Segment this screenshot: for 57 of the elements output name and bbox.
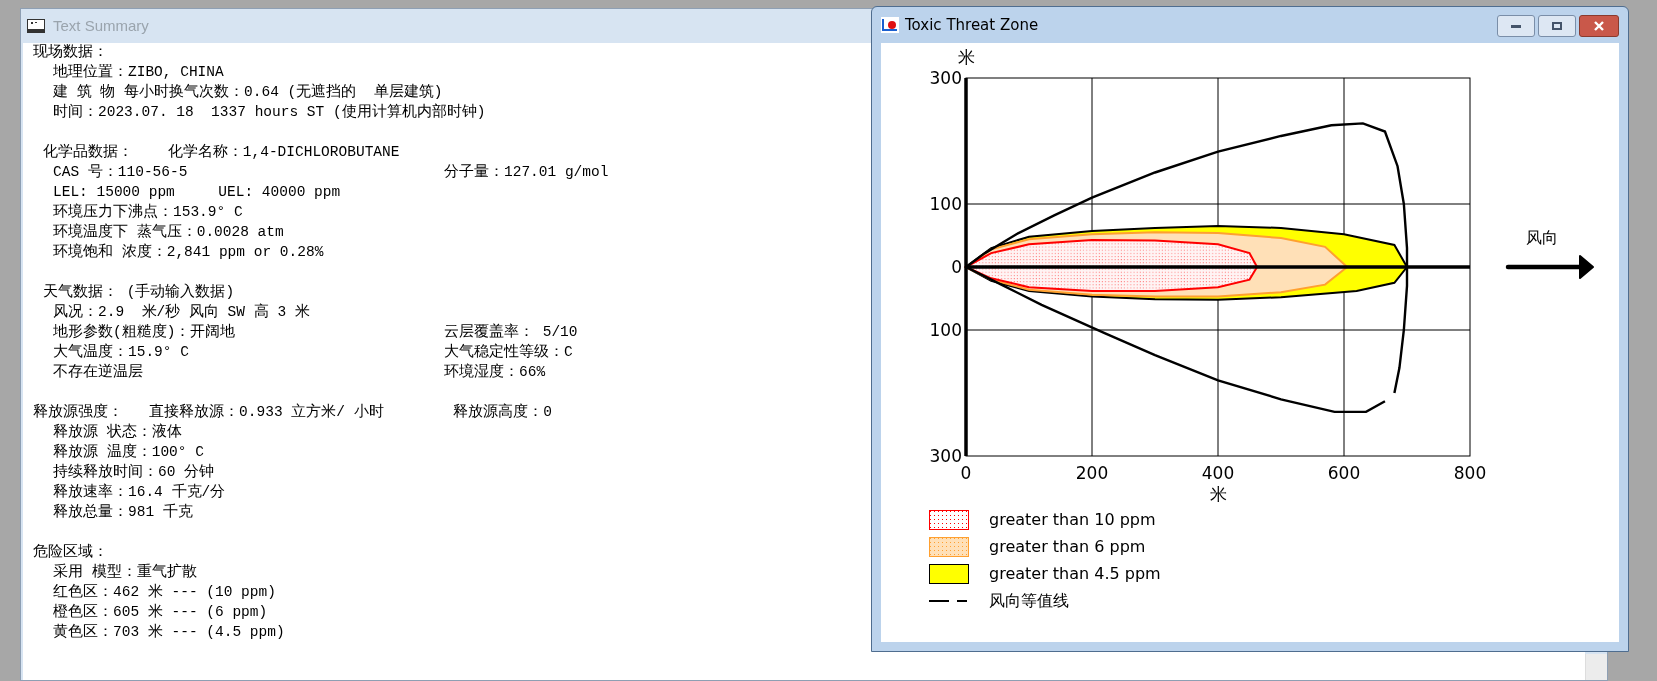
window-icon: [27, 19, 45, 33]
summary-text: 红色区：462 米 --- (10 ppm): [53, 582, 276, 603]
summary-text: 危险区域：: [33, 542, 108, 563]
minimize-button[interactable]: [1497, 15, 1535, 37]
summary-text: 释放速率：16.4 千克/分: [53, 482, 226, 503]
summary-text: 释放源强度： 直接释放源：0.933 立方米/ 小时 释放源高度：0: [33, 402, 553, 423]
tick-label: 0: [960, 463, 972, 483]
summary-text: 云层覆盖率： 5/10: [444, 322, 578, 343]
summary-text: 释放源 温度：100° C: [53, 442, 204, 463]
summary-text: 化学品数据： 化学名称：1,4-DICHLOROBUTANE: [43, 143, 400, 163]
window-icon: [881, 17, 899, 33]
tick-label: 100: [929, 320, 962, 340]
summary-text: 橙色区：605 米 --- (6 ppm): [53, 602, 268, 623]
summary-text: 环境湿度：66%: [444, 362, 546, 383]
tick-label: 100: [929, 194, 962, 214]
legend-label: greater than 4.5 ppm: [989, 562, 1161, 585]
summary-text: 采用 模型：重气扩散: [53, 562, 197, 583]
summary-text: 时间：2023.07. 18 1337 hours ST (使用计算机内部时钟): [53, 102, 486, 123]
close-button[interactable]: [1579, 15, 1619, 37]
summary-text: 释放源 状态：液体: [53, 422, 182, 443]
summary-text: 地理位置：ZIBO, CHINA: [53, 62, 224, 83]
summary-text: 大气稳定性等级：C: [444, 342, 573, 363]
window-title: Toxic Threat Zone: [905, 14, 1039, 36]
summary-text: 分子量：127.01 g/mol: [444, 163, 609, 183]
summary-text: 黄色区：703 米 --- (4.5 ppm): [53, 622, 285, 643]
summary-text: 建 筑 物 每小时换气次数：0.64 (无遮挡的 单层建筑): [53, 82, 443, 103]
close-icon: [1593, 21, 1605, 31]
legend-label: 风向等值线: [989, 589, 1069, 612]
wind-label: 风向: [1526, 228, 1558, 247]
summary-text: LEL: 15000 ppm UEL: 40000 ppm: [53, 183, 341, 203]
tick-label: 200: [1075, 463, 1109, 483]
legend-label: greater than 10 ppm: [989, 508, 1156, 531]
summary-text: 持续释放时间：60 分钟: [53, 462, 215, 483]
tick-label: 300: [929, 68, 962, 88]
scrollbar[interactable]: [1585, 654, 1607, 680]
tick-label: 600: [1327, 463, 1361, 483]
maximize-button[interactable]: [1538, 15, 1576, 37]
summary-text: 环境温度下 蒸气压：0.0028 atm: [53, 222, 284, 243]
summary-text: 现场数据：: [33, 43, 108, 63]
summary-text: 环境饱和 浓度：2,841 ppm or 0.28%: [53, 242, 324, 263]
axis-unit: 米: [957, 47, 975, 67]
summary-text: CAS 号：110-56-5: [53, 163, 189, 183]
wind-arrow-icon: [1505, 255, 1594, 279]
legend-label: greater than 6 ppm: [989, 535, 1146, 558]
summary-text: 天气数据： (手动输入数据): [43, 282, 235, 303]
summary-text: 释放总量：981 千克: [53, 502, 193, 523]
summary-text: 环境压力下沸点：153.9° C: [53, 202, 243, 223]
tick-label: 800: [1453, 463, 1487, 483]
tick-label: 0: [951, 257, 962, 277]
summary-text: 地形参数(粗糙度)：开阔地: [53, 322, 237, 343]
summary-text: 风况：2.9 米/秒 风向 SW 高 3 米: [53, 302, 310, 323]
tick-label: 300: [929, 446, 962, 466]
window-title: Text Summary: [53, 15, 149, 36]
tick-label: 400: [1201, 463, 1235, 483]
summary-text: 不存在逆温层: [53, 363, 144, 383]
axis-unit: 米: [1209, 484, 1227, 504]
summary-text: 大气温度：15.9° C: [53, 342, 190, 363]
